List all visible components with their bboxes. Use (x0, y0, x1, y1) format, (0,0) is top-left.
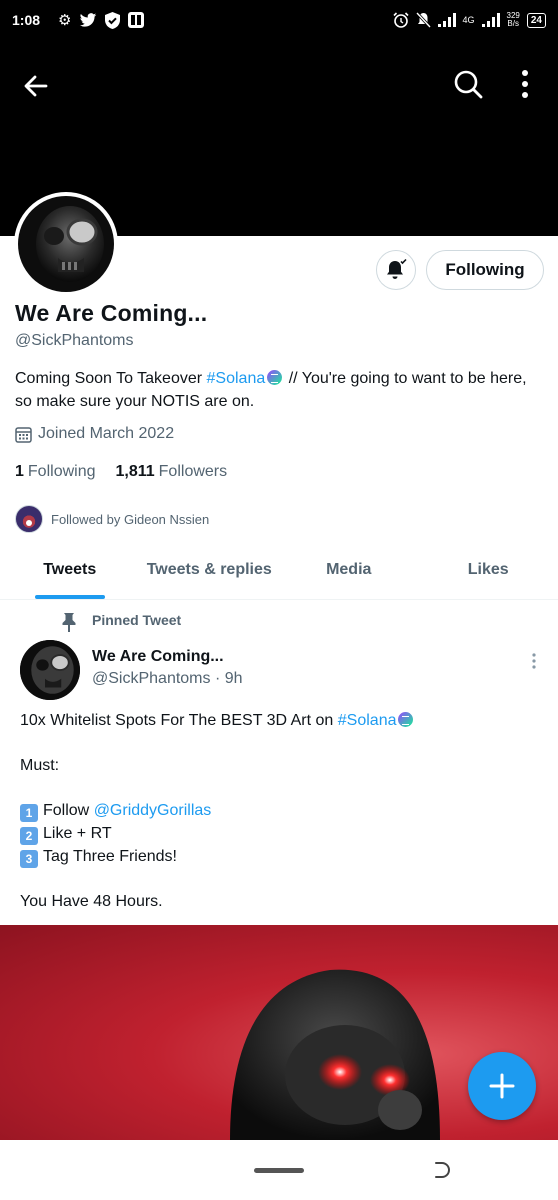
following-label: Following (27, 463, 96, 480)
tweet-step-1: 1 Follow @GriddyGorillas (20, 800, 540, 823)
keycap-3-icon: 3 (20, 849, 38, 868)
plus-icon (489, 1073, 515, 1099)
pin-icon (62, 613, 76, 632)
tweet-line-must: Must: (20, 757, 60, 775)
followed-by-text: Followed by Gideon Nssien (51, 511, 210, 527)
network-type: 4G (462, 15, 475, 25)
battery-level: 24 (526, 12, 546, 28)
tweet-step-3: 3 Tag Three Friends! (20, 846, 540, 869)
parking-app-icon (128, 12, 145, 28)
tweet-author-avatar[interactable] (20, 640, 80, 700)
avatar-image (18, 196, 114, 292)
tweet-body: 10x Whitelist Spots For The BEST 3D Art … (20, 710, 540, 913)
following-stat[interactable]: 1 Following (15, 463, 96, 481)
system-nav-bar (0, 1140, 558, 1200)
tweet-media-image[interactable] (0, 925, 558, 1140)
followed-by-row[interactable]: Followed by Gideon Nssien (15, 505, 209, 533)
pinned-tweet-label: Pinned Tweet (92, 612, 182, 628)
signal-icon-2 (481, 13, 500, 27)
tweet-mention-link[interactable]: @GriddyGorillas (94, 802, 212, 819)
more-vertical-icon[interactable] (515, 68, 535, 100)
keycap-1-icon: 1 (20, 804, 38, 823)
signal-icon (437, 13, 456, 27)
followers-stat[interactable]: 1,811 Followers (116, 463, 228, 481)
bio-hashtag-link[interactable]: #Solana (207, 370, 266, 387)
bell-check-icon (387, 258, 407, 279)
tab-media[interactable]: Media (279, 548, 419, 599)
arrow-left-icon[interactable] (20, 70, 52, 102)
profile-display-name: We Are Coming... (15, 300, 208, 326)
network-speed: 329 B/s (506, 11, 520, 28)
tab-tweets[interactable]: Tweets (0, 548, 140, 599)
following-button[interactable]: Following (426, 250, 544, 290)
following-count: 1 (15, 463, 24, 480)
tweet-more-icon[interactable] (528, 652, 540, 670)
status-bar: 1:08 ⚙ 4G 329 B/s 24 (0, 0, 558, 40)
joined-text: Joined March 2022 (38, 425, 175, 442)
calendar-icon (15, 426, 32, 443)
tab-likes[interactable]: Likes (419, 548, 558, 599)
search-icon[interactable] (452, 68, 484, 100)
bio-text-start: Coming Soon To Takeover (15, 370, 207, 387)
tweet-author-meta: @SickPhantoms · 9h (92, 670, 243, 687)
solana-emoji-icon (398, 712, 414, 727)
profile-avatar[interactable] (14, 192, 118, 296)
compose-tweet-button[interactable] (468, 1052, 536, 1120)
alarm-icon (392, 12, 409, 28)
tweet-closing: You Have 48 Hours. (20, 892, 163, 910)
tweet-line-1: 10x Whitelist Spots For The BEST 3D Art … (20, 710, 540, 733)
tweet-time: 9h (224, 670, 243, 687)
tweet-author-handle: @SickPhantoms (92, 670, 211, 687)
keycap-2-icon: 2 (20, 826, 38, 845)
status-time: 1:08 (12, 12, 41, 28)
profile-handle: @SickPhantoms (15, 332, 134, 349)
joined-date: Joined March 2022 (15, 425, 174, 443)
profile-stats: 1 Following 1,811 Followers (15, 463, 227, 481)
profile-tabs: Tweets Tweets & replies Media Likes (0, 548, 558, 600)
nav-back-gesture-icon[interactable] (432, 1160, 452, 1180)
profile-bio: Coming Soon To Takeover #Solana // You'r… (15, 367, 545, 413)
settings-gear-icon: ⚙ (58, 11, 72, 29)
home-gesture-pill[interactable] (254, 1168, 304, 1173)
followers-count: 1,811 (115, 463, 155, 480)
tab-tweets-replies[interactable]: Tweets & replies (140, 548, 280, 599)
notifications-bell-button[interactable] (376, 250, 416, 290)
solana-emoji-icon (267, 370, 283, 385)
followers-label: Followers (158, 463, 228, 480)
mute-bell-icon (415, 12, 431, 28)
tweet-hashtag-link[interactable]: #Solana (338, 712, 397, 729)
tweet-step-2: 2 Like + RT (20, 823, 540, 846)
twitter-bird-icon (80, 12, 97, 27)
tweet-author-name[interactable]: We Are Coming... (92, 648, 224, 666)
shield-check-icon (105, 11, 121, 29)
follower-avatar (15, 505, 43, 533)
